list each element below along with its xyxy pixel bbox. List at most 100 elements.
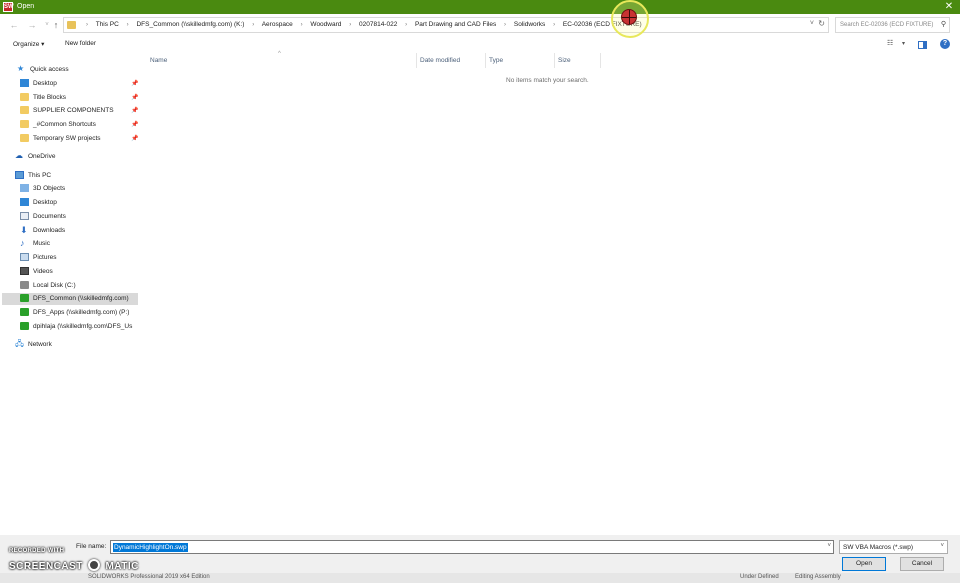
sidebar-item-this-pc[interactable]: This PC xyxy=(15,170,135,182)
sidebar-item-label: Quick access xyxy=(30,66,69,73)
view-options-chevron-icon[interactable]: ▾ xyxy=(902,40,905,47)
sidebar-item-music[interactable]: ♪ Music xyxy=(20,238,138,250)
3d-objects-icon xyxy=(20,184,29,192)
column-header-size[interactable]: Size xyxy=(558,57,571,64)
pin-icon[interactable]: 📌 xyxy=(131,107,138,114)
status-editing-assembly: Editing Assembly xyxy=(795,574,841,580)
desktop-icon xyxy=(20,79,29,87)
screencast-logo-icon xyxy=(88,559,101,571)
breadcrumb-separator[interactable]: › xyxy=(553,22,555,28)
cloud-icon: ☁ xyxy=(15,151,23,160)
sidebar-item-dpihlaja[interactable]: dpihlaja (\\skilledmfg.com\DFS_Us xyxy=(20,321,138,333)
pin-icon[interactable]: 📌 xyxy=(131,80,138,87)
column-divider[interactable] xyxy=(485,53,486,68)
pictures-icon xyxy=(20,253,29,261)
help-icon[interactable]: ? xyxy=(940,39,950,49)
sidebar-item-supplier-components[interactable]: SUPPLIER COMPONENTS xyxy=(20,105,132,117)
file-list-pane[interactable]: ^ Name Date modified Type Size No items … xyxy=(140,51,960,535)
breadcrumb-separator[interactable]: › xyxy=(301,22,303,28)
sidebar-item-desktop-pinned[interactable]: Desktop xyxy=(20,78,138,90)
status-under-defined: Under Defined xyxy=(740,574,779,580)
sidebar-item-label: Desktop xyxy=(33,80,57,87)
sidebar-item-label: Documents xyxy=(33,213,66,220)
up-arrow-icon[interactable]: ↑ xyxy=(51,19,61,31)
pin-icon[interactable]: 📌 xyxy=(131,94,138,101)
breadcrumb-dfs-common[interactable]: DFS_Common (\\skilledmfg.com) (K:) xyxy=(136,21,244,28)
sidebar-item-documents[interactable]: Documents xyxy=(20,211,138,223)
network-icon: 🖧 xyxy=(15,339,24,348)
chevron-down-icon[interactable]: ˅ xyxy=(940,543,944,549)
sidebar-item-common-shortcuts[interactable]: _#Common Shortcuts xyxy=(20,119,132,131)
sidebar-item-label: DFS_Apps (\\skilledmfg.com) (P:) xyxy=(33,309,130,316)
sidebar-item-label: Temporary SW projects xyxy=(33,135,101,142)
sidebar-item-pictures[interactable]: Pictures xyxy=(20,252,138,264)
breadcrumb: › This PC › DFS_Common (\\skilledmfg.com… xyxy=(80,21,642,28)
file-name-input[interactable]: DynamicHighlightOn.swp ˅ xyxy=(110,540,834,554)
address-dropdown-icon[interactable]: ˅ xyxy=(810,20,814,27)
breadcrumb-separator[interactable]: › xyxy=(349,22,351,28)
breadcrumb-woodward[interactable]: Woodward xyxy=(310,21,341,28)
folder-icon xyxy=(20,134,29,142)
sort-ascending-icon: ^ xyxy=(278,51,281,57)
sidebar-item-downloads[interactable]: ⬇ Downloads xyxy=(20,225,138,237)
search-input[interactable]: Search EC-02036 (ECD FIXTURE) ⚲ xyxy=(835,17,950,33)
cursor-crosshair-icon xyxy=(621,9,637,25)
sidebar-item-quick-access[interactable]: ★ Quick access xyxy=(17,64,137,76)
sidebar-item-desktop[interactable]: Desktop xyxy=(20,197,138,209)
watermark-brand-right: MATIC xyxy=(105,561,139,572)
sidebar-item-videos[interactable]: Videos xyxy=(20,266,138,278)
preview-pane-icon[interactable] xyxy=(918,41,927,49)
address-bar[interactable]: › This PC › DFS_Common (\\skilledmfg.com… xyxy=(63,17,829,33)
column-header-type[interactable]: Type xyxy=(489,57,503,64)
sidebar-item-onedrive[interactable]: ☁ OneDrive xyxy=(15,151,135,163)
pin-icon[interactable]: 📌 xyxy=(131,121,138,128)
sidebar-item-network[interactable]: 🖧 Network xyxy=(15,339,135,351)
column-header-date-modified[interactable]: Date modified xyxy=(420,57,460,64)
forward-arrow-icon[interactable]: → xyxy=(27,19,37,31)
sidebar-item-label: Downloads xyxy=(33,227,66,234)
column-divider[interactable] xyxy=(600,53,601,68)
breadcrumb-separator: › xyxy=(86,22,88,28)
chevron-down-icon[interactable]: ˅ xyxy=(827,543,831,549)
sidebar-item-title-blocks[interactable]: Title Blocks xyxy=(20,92,138,104)
file-type-value: SW VBA Macros (*.swp) xyxy=(843,544,914,551)
folder-icon xyxy=(20,120,29,128)
folder-icon xyxy=(20,93,29,101)
breadcrumb-separator[interactable]: › xyxy=(405,22,407,28)
network-drive-icon xyxy=(20,294,29,302)
breadcrumb-part-number[interactable]: 0207814-022 xyxy=(359,21,397,28)
sidebar-item-dfs-common[interactable]: DFS_Common (\\skilledmfg.com) xyxy=(2,293,138,305)
folder-icon xyxy=(20,106,29,114)
close-icon[interactable]: ✕ xyxy=(944,1,954,13)
new-folder-button[interactable]: New folder xyxy=(65,40,96,47)
sidebar-item-label: Desktop xyxy=(33,199,57,206)
sidebar-item-label: Music xyxy=(33,240,50,247)
address-row: ← → ˅ ↑ › This PC › DFS_Common (\\skille… xyxy=(0,14,960,36)
column-divider[interactable] xyxy=(416,53,417,68)
open-button[interactable]: Open xyxy=(842,557,886,571)
change-view-icon[interactable]: ☷ xyxy=(887,39,893,47)
breadcrumb-separator[interactable]: › xyxy=(252,22,254,28)
organize-button[interactable]: Organize ▾ xyxy=(13,40,44,48)
sidebar-item-3d-objects[interactable]: 3D Objects xyxy=(20,183,138,195)
sidebar-item-label: Network xyxy=(28,341,52,348)
breadcrumb-part-drawing[interactable]: Part Drawing and CAD Files xyxy=(415,21,496,28)
back-arrow-icon[interactable]: ← xyxy=(9,19,19,31)
computer-icon xyxy=(15,171,24,179)
sidebar-item-temporary-sw-projects[interactable]: Temporary SW projects xyxy=(20,133,132,145)
file-type-select[interactable]: SW VBA Macros (*.swp) ˅ xyxy=(839,540,948,554)
sidebar-item-local-disk[interactable]: Local Disk (C:) xyxy=(20,280,138,292)
music-icon: ♪ xyxy=(20,238,25,248)
breadcrumb-this-pc[interactable]: This PC xyxy=(96,21,119,28)
breadcrumb-separator[interactable]: › xyxy=(127,22,129,28)
sidebar-item-dfs-apps[interactable]: DFS_Apps (\\skilledmfg.com) (P:) xyxy=(20,307,138,319)
cancel-button[interactable]: Cancel xyxy=(900,557,944,571)
column-header-name[interactable]: Name xyxy=(150,57,167,64)
breadcrumb-solidworks[interactable]: Solidworks xyxy=(514,21,545,28)
breadcrumb-aerospace[interactable]: Aerospace xyxy=(262,21,293,28)
refresh-icon[interactable]: ↻ xyxy=(818,19,825,28)
column-divider[interactable] xyxy=(554,53,555,68)
sidebar-item-label: OneDrive xyxy=(28,153,56,160)
pin-icon[interactable]: 📌 xyxy=(131,135,138,142)
breadcrumb-separator[interactable]: › xyxy=(504,22,506,28)
